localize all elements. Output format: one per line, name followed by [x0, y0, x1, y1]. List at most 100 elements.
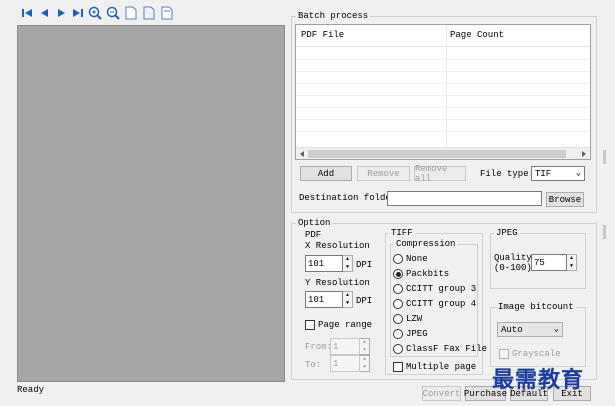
- compression-option-none[interactable]: None: [393, 254, 428, 264]
- radio-circle[interactable]: [393, 254, 403, 264]
- table-row: [296, 59, 590, 60]
- multiple-page-checkbox[interactable]: Multiple page: [393, 362, 476, 372]
- remove-button[interactable]: Remove: [357, 166, 410, 181]
- destination-folder-input[interactable]: [387, 191, 542, 206]
- spin-down-icon[interactable]: ▼: [343, 300, 352, 308]
- spin-down-icon[interactable]: ▼: [360, 364, 369, 372]
- grayscale-checkbox[interactable]: Grayscale: [499, 349, 561, 359]
- chevron-down-icon: ⌄: [575, 168, 581, 178]
- compression-option-classf[interactable]: ClassF Fax File: [393, 344, 487, 354]
- radio-circle[interactable]: [393, 314, 403, 324]
- checkbox-box[interactable]: [393, 362, 403, 372]
- table-row: [296, 95, 590, 96]
- spin-up-icon[interactable]: ▲: [360, 339, 369, 347]
- spin-up-icon[interactable]: ▲: [360, 356, 369, 364]
- file-type-value: TIF: [535, 168, 552, 179]
- spin-up-icon[interactable]: ▲: [343, 292, 352, 300]
- x-resolution-label: X Resolution: [305, 241, 370, 251]
- compression-option-lzw[interactable]: LZW: [393, 314, 422, 324]
- radio-label: Packbits: [406, 269, 450, 279]
- spin-down-icon[interactable]: ▼: [567, 263, 576, 271]
- next-page-icon[interactable]: [55, 6, 69, 20]
- last-page-icon[interactable]: [71, 6, 85, 20]
- to-spinner[interactable]: 1 ▲ ▼: [330, 355, 370, 372]
- quality-spinner[interactable]: 75 ▲ ▼: [531, 254, 577, 271]
- table-row: [296, 83, 590, 84]
- page-icon[interactable]: [160, 6, 174, 20]
- spinner-arrows[interactable]: ▲ ▼: [567, 254, 577, 271]
- quality-range-label: (0-100): [494, 263, 532, 273]
- tiff-section-title: TIFF: [389, 228, 415, 238]
- y-resolution-label: Y Resolution: [305, 278, 370, 288]
- scrollbar-thumb[interactable]: [308, 150, 566, 158]
- page-range-checkbox[interactable]: Page range: [305, 320, 372, 330]
- to-value[interactable]: 1: [330, 355, 360, 372]
- batch-process-title: Batch process: [296, 11, 371, 21]
- spinner-arrows[interactable]: ▲ ▼: [360, 338, 370, 355]
- radio-label: None: [406, 254, 428, 264]
- convert-button[interactable]: Convert: [422, 386, 461, 401]
- y-resolution-spinner[interactable]: 101 ▲ ▼: [305, 291, 353, 308]
- radio-circle[interactable]: [393, 269, 403, 279]
- spin-up-icon[interactable]: ▲: [567, 255, 576, 263]
- grayscale-label: Grayscale: [512, 349, 561, 359]
- pdf-file-table[interactable]: PDF File Page Count: [295, 24, 591, 160]
- first-page-icon[interactable]: [20, 6, 34, 20]
- y-resolution-value[interactable]: 101: [305, 291, 343, 308]
- checkbox-box[interactable]: [499, 349, 509, 359]
- spinner-arrows[interactable]: ▲ ▼: [360, 355, 370, 372]
- jpeg-section-title: JPEG: [494, 228, 520, 238]
- chevron-down-icon: ⌄: [553, 324, 559, 334]
- column-header-pdf-file[interactable]: PDF File: [301, 30, 344, 40]
- spin-up-icon[interactable]: ▲: [343, 256, 352, 264]
- from-spinner[interactable]: 1 ▲ ▼: [330, 338, 370, 355]
- radio-label: CCITT group 4: [406, 299, 477, 309]
- quality-label: Quality: [494, 253, 532, 263]
- spin-down-icon[interactable]: ▼: [343, 264, 352, 272]
- compression-option-ccitt3[interactable]: CCITT group 3: [393, 284, 476, 294]
- file-type-select[interactable]: TIF ⌄: [531, 166, 585, 181]
- bitcount-select[interactable]: Auto ⌄: [497, 322, 563, 337]
- column-header-page-count[interactable]: Page Count: [450, 30, 504, 40]
- radio-selected-dot: [395, 271, 401, 277]
- compression-option-ccitt4[interactable]: CCITT group 4: [393, 299, 476, 309]
- edge-mark: [603, 225, 606, 239]
- zoom-out-icon[interactable]: [106, 6, 120, 20]
- table-row: [296, 107, 590, 108]
- spinner-arrows[interactable]: ▲ ▼: [343, 291, 353, 308]
- table-row: [296, 119, 590, 120]
- radio-circle[interactable]: [393, 344, 403, 354]
- page-icon[interactable]: [142, 6, 156, 20]
- destination-folder-label: Destination folder: [299, 193, 397, 203]
- radio-circle[interactable]: [393, 284, 403, 294]
- scroll-right-icon[interactable]: [580, 150, 588, 158]
- radio-circle[interactable]: [393, 329, 403, 339]
- add-button[interactable]: Add: [300, 166, 352, 181]
- to-label: To:: [305, 360, 322, 370]
- radio-circle[interactable]: [393, 299, 403, 309]
- scroll-left-icon[interactable]: [298, 150, 306, 158]
- spin-down-icon[interactable]: ▼: [360, 347, 369, 355]
- remove-all-button[interactable]: Remove all: [414, 164, 466, 184]
- from-label: From:: [305, 342, 333, 352]
- zoom-in-icon[interactable]: [88, 6, 102, 20]
- checkbox-box[interactable]: [305, 320, 315, 330]
- compression-option-packbits[interactable]: Packbits: [393, 269, 449, 279]
- browse-button[interactable]: Browse: [546, 192, 584, 207]
- preview-pane: [17, 25, 285, 382]
- radio-label: CCITT group 3: [406, 284, 477, 294]
- x-resolution-value[interactable]: 101: [305, 255, 343, 272]
- spinner-arrows[interactable]: ▲ ▼: [343, 255, 353, 272]
- from-value[interactable]: 1: [330, 338, 360, 355]
- quality-value[interactable]: 75: [531, 254, 567, 271]
- bitcount-value: Auto: [501, 324, 523, 335]
- compression-option-jpeg[interactable]: JPEG: [393, 329, 428, 339]
- page-icon[interactable]: [124, 6, 138, 20]
- horizontal-scrollbar[interactable]: [296, 147, 590, 159]
- y-dpi-label: DPI: [356, 296, 373, 306]
- prev-page-icon[interactable]: [37, 6, 51, 20]
- x-dpi-label: DPI: [356, 260, 373, 270]
- x-resolution-spinner[interactable]: 101 ▲ ▼: [305, 255, 353, 272]
- page-range-label: Page range: [318, 320, 373, 330]
- radio-label: JPEG: [406, 329, 428, 339]
